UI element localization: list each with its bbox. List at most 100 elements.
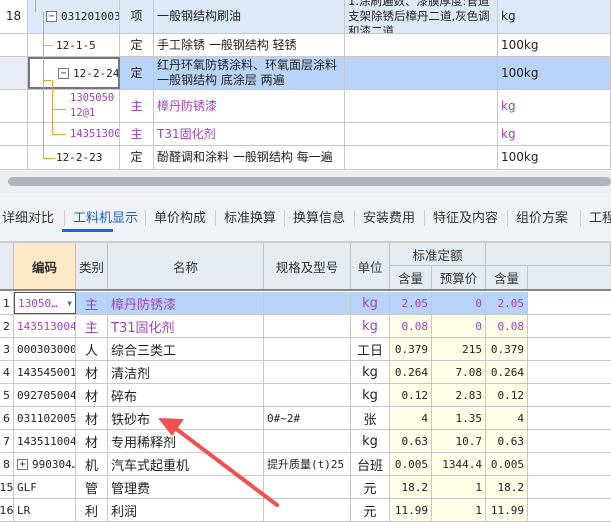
cell-unit[interactable]: kg [351,361,390,383]
cell-price[interactable]: 7.08 [432,361,486,383]
boq-row[interactable]: 18 −031201003004 项一般钢结构刷油 1.涂刷遍数、漆膜厚度:管道支架除… [0,0,611,34]
header-unit[interactable]: 单位 [351,243,390,289]
cell-unit[interactable]: kg [351,430,390,452]
boq-cell-unit[interactable]: 100kg [498,34,611,56]
boq-cell-name[interactable]: 樟丹防锈漆 [154,90,345,122]
cell-unit[interactable]: 元 [351,499,390,521]
resource-row[interactable]: 3 000303000 人综合三类工 工日 0.379 215 0.379 [0,338,611,361]
cell-unit[interactable]: kg [351,292,390,314]
cell-unit[interactable]: 工日 [351,338,390,360]
resource-row[interactable]: 16 LR 利利润 元 11.99 1 11.99 [0,499,611,522]
resource-row[interactable]: 2 143513004 主 T31固化剂 kg 0.08 0 0.08 [0,315,611,338]
cell-code[interactable]: 143545001 [14,361,76,383]
boq-cell-name[interactable]: 手工除锈 一般钢结构 轻锈 [154,34,345,56]
boq-cell-num[interactable] [0,90,28,122]
cell-price[interactable]: 2.83 [432,384,486,406]
cell-code[interactable]: 092705004 [14,384,76,406]
cell-qty2[interactable]: 0.264 [486,361,528,383]
cell-type[interactable]: 材 [76,407,108,429]
cell-qty[interactable]: 0.63 [390,430,432,452]
boq-cell-type[interactable]: 定 [120,57,154,89]
cell-name[interactable]: 利润 [108,499,264,521]
boq-cell-num[interactable]: 18 [0,0,28,33]
boq-cell-code[interactable]: −12-2-248 [28,57,120,89]
tab-2[interactable]: 单价构成 [154,207,206,226]
cell-type[interactable]: 材 [76,384,108,406]
cell-qty2[interactable]: 2.05 [486,292,528,314]
cell-type[interactable]: 主 [76,292,108,314]
header-qty[interactable]: 含量 [390,266,432,289]
cell-unit[interactable]: kg [351,315,390,337]
collapse-toggle-icon[interactable]: − [58,67,69,79]
cell-spec[interactable] [264,292,351,314]
cell-spec[interactable] [264,430,351,452]
cell-qty[interactable]: 0.379 [390,338,432,360]
resource-row[interactable]: 6 031102005 材铁砂布 0#~2# 张 4 1.35 4 [0,407,611,430]
boq-cell-features[interactable] [345,34,498,56]
cell-qty[interactable]: 11.99 [390,499,432,521]
cell-type[interactable]: 人 [76,338,108,360]
cell-price[interactable]: 1344.4 [432,453,486,475]
cell-spec[interactable] [264,315,351,337]
cell-qty2[interactable]: 0.63 [486,430,528,452]
resource-row[interactable]: 1 13050… ▼ 主樟丹防锈漆 kg 2.05 0 2.05 [0,292,611,315]
cell-qty[interactable]: 0.12 [390,384,432,406]
boq-row[interactable]: 12-2-23 定酚醛调和涂料 一般钢结构 每一遍 100kg [0,146,611,170]
boq-cell-type[interactable]: 项 [120,0,154,33]
cell-name[interactable]: 碎布 [108,384,264,406]
header-code[interactable]: 编码 [14,243,76,289]
cell-unit[interactable]: kg [351,384,390,406]
cell-qty[interactable]: 18.2 [390,476,432,498]
cell-code[interactable]: LR [14,499,76,521]
cell-name[interactable]: 专用稀释剂 [108,430,264,452]
header-price[interactable]: 预算价 [432,266,486,289]
cell-unit[interactable]: 台班 [351,453,390,475]
scrollbar-thumb[interactable] [8,177,611,186]
header-qty-2[interactable]: 含量 [486,266,528,289]
cell-spec[interactable]: 提升质量(t)25 [264,453,351,475]
tab-8[interactable]: 工程 [589,207,611,226]
cell-type[interactable]: 材 [76,361,108,383]
boq-cell-name[interactable]: 红丹环氧防锈涂料、环氧面层涂料 一般钢结构 底涂层 两遍 [154,57,345,89]
cell-code[interactable]: GLF [14,476,76,498]
boq-cell-code[interactable]: −031201003004 [28,0,120,33]
cell-type[interactable]: 机 [76,453,108,475]
cell-qty2[interactable]: 0.005 [486,453,528,475]
tab-5[interactable]: 安装费用 [363,207,415,226]
cell-unit[interactable]: 元 [351,476,390,498]
boq-cell-unit[interactable]: 100kg [498,146,611,169]
cell-code[interactable]: 143511004 [14,430,76,452]
cell-qty2[interactable]: 0.379 [486,338,528,360]
cell-price[interactable]: 0 [432,315,486,337]
boq-cell-type[interactable]: 主 [120,90,154,122]
boq-cell-unit[interactable]: kg [498,123,611,145]
tab-7[interactable]: 组价方案 [516,207,568,226]
resource-row[interactable]: 15 GLF 管管理费 元 18.2 1 18.2 [0,476,611,499]
boq-cell-features[interactable] [345,146,498,169]
boq-cell-num[interactable] [0,123,28,145]
tab-0[interactable]: 详细对比 [2,207,54,226]
cell-qty[interactable]: 0.08 [390,315,432,337]
boq-row[interactable]: 12-1-5 定手工除锈 一般钢结构 轻锈 100kg [0,34,611,57]
cell-code[interactable]: +990304… [14,453,76,475]
header-spec[interactable]: 规格及型号 [264,243,351,289]
cell-spec[interactable] [264,338,351,360]
boq-cell-features[interactable] [345,90,498,122]
boq-cell-num[interactable] [0,34,28,56]
tab-4[interactable]: 换算信息 [293,207,345,226]
boq-cell-unit[interactable]: kg [498,90,611,122]
cell-price[interactable]: 0 [432,292,486,314]
cell-spec[interactable] [264,476,351,498]
boq-cell-num[interactable] [0,57,28,89]
header-type[interactable]: 类别 [76,243,108,289]
cell-qty[interactable]: 0.005 [390,453,432,475]
resource-row[interactable]: 7 143511004 材专用稀释剂 kg 0.63 10.7 0.63 [0,430,611,453]
boq-row[interactable]: 143513004 主 T31固化剂 kg [0,123,611,146]
boq-cell-code[interactable]: 130505012@1 [28,90,120,122]
cell-code[interactable]: 13050… ▼ [14,292,76,314]
cell-unit[interactable]: 张 [351,407,390,429]
boq-cell-code[interactable]: 12-1-5 [28,34,120,56]
cell-type[interactable]: 利 [76,499,108,521]
cell-code[interactable]: 031102005 [14,407,76,429]
cell-qty2[interactable]: 4 [486,407,528,429]
